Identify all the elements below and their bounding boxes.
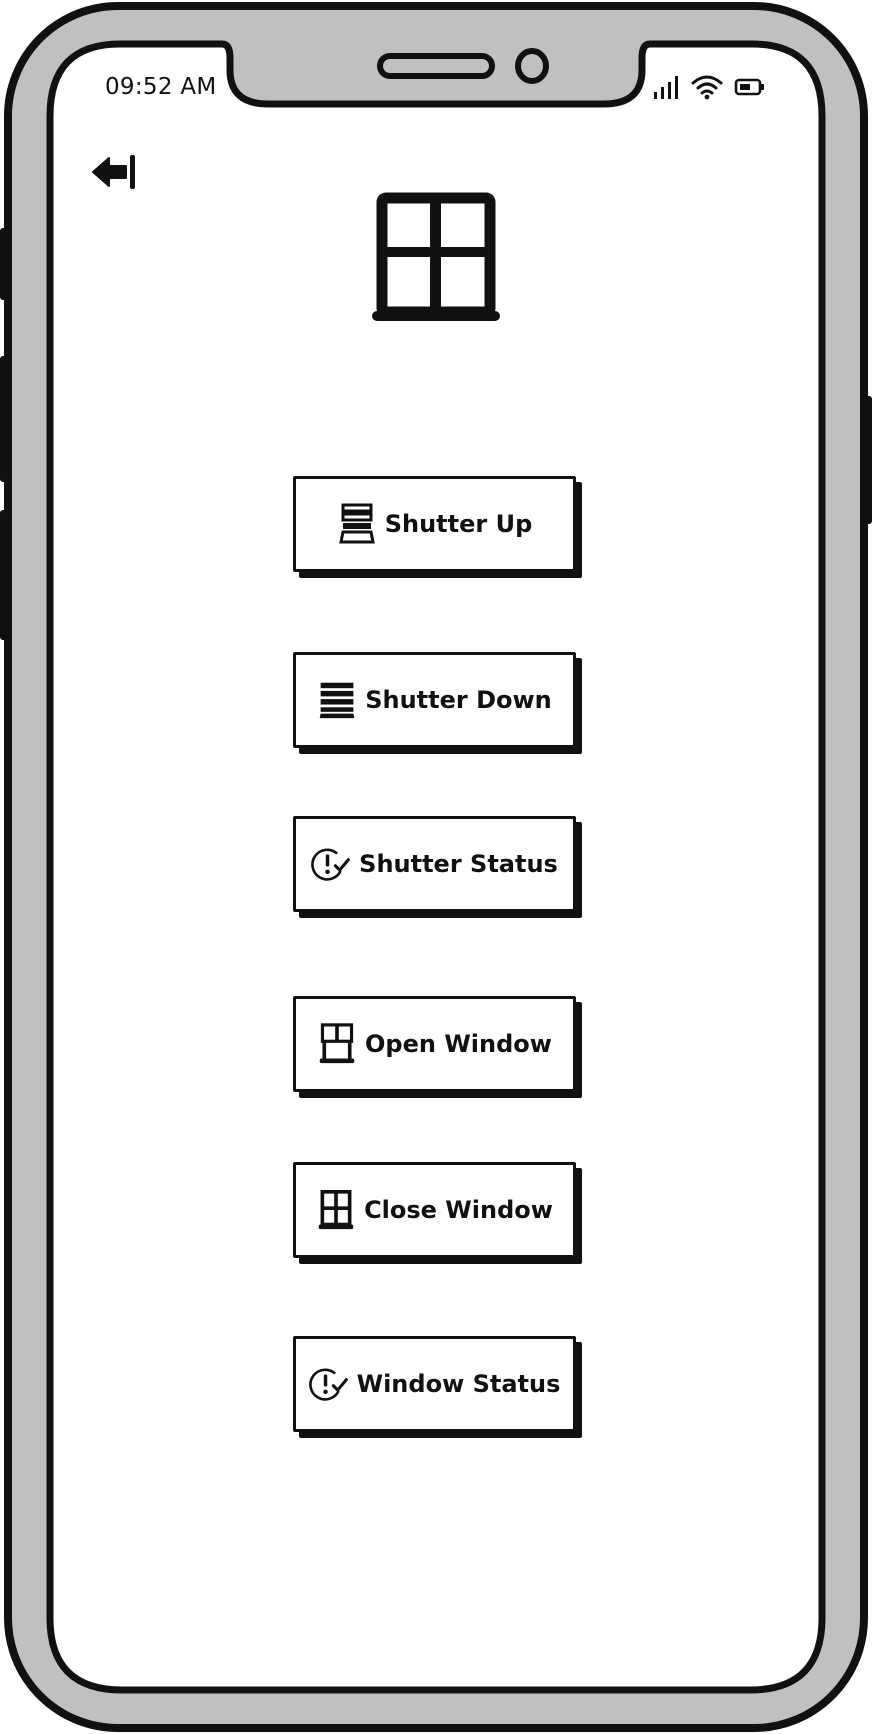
exit-arrow-icon <box>92 155 135 189</box>
open-window-icon <box>317 1022 357 1066</box>
shutter-down-label: Shutter Down <box>365 686 552 714</box>
shutter-down-button[interactable]: Shutter Down <box>293 652 576 748</box>
wifi-icon <box>691 75 723 100</box>
status-time: 09:52 AM <box>105 74 217 100</box>
open-window-label: Open Window <box>365 1030 552 1058</box>
signal-icon <box>654 76 678 99</box>
close-window-button[interactable]: Close Window <box>293 1162 576 1258</box>
close-window-icon <box>316 1188 356 1232</box>
status-check-icon <box>311 842 351 886</box>
window-status-label: Window Status <box>356 1370 561 1398</box>
close-window-label: Close Window <box>364 1196 553 1224</box>
window-icon <box>368 192 504 328</box>
open-window-button[interactable]: Open Window <box>293 996 576 1092</box>
battery-icon <box>734 78 764 96</box>
shutter-down-icon <box>317 678 357 722</box>
shutter-status-button[interactable]: Shutter Status <box>293 816 576 912</box>
back-button[interactable] <box>90 150 140 194</box>
shutter-up-button[interactable]: Shutter Up <box>293 476 576 572</box>
status-check-icon <box>308 1362 349 1406</box>
shutter-status-label: Shutter Status <box>359 850 558 878</box>
shutter-up-icon <box>337 502 377 546</box>
window-status-button[interactable]: Window Status <box>293 1336 576 1432</box>
shutter-up-label: Shutter Up <box>384 510 533 538</box>
